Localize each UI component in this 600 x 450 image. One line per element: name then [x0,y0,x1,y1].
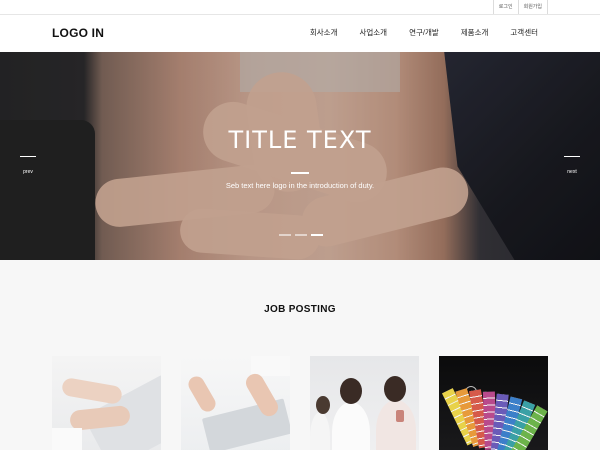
slider-pagination [279,234,327,236]
nav-item-company[interactable]: 회사소개 [310,28,338,38]
hand-shape [60,376,124,406]
swatch-fan [441,388,548,450]
coffee-cup-shape [396,410,404,422]
nav-item-research[interactable]: 연구/개발 [409,28,439,38]
main-nav: 회사소개 사업소개 연구/개발 제품소개 고객센터 [310,28,538,38]
person-head [384,376,406,402]
job-posting-section: JOB POSTING [0,260,600,450]
person-body [376,400,416,450]
person-body [310,412,330,450]
card-color-swatches[interactable] [439,356,548,450]
utility-bar: 로그인 회원가입 [0,0,600,15]
slider-dot[interactable] [295,234,307,236]
prev-label: prev [23,169,33,175]
hero-title: TITLE TEXT [228,126,372,154]
slider-prev-button[interactable]: prev [20,156,36,178]
nav-item-business[interactable]: 사업소개 [359,28,387,38]
card-list [52,356,548,450]
site-header: LOGO IN 회사소개 사업소개 연구/개발 제품소개 고객센터 [0,15,600,52]
section-title: JOB POSTING [264,304,336,315]
card-laptop-desk[interactable] [181,356,290,450]
slider-dot[interactable] [279,234,291,236]
card-typing-hands[interactable] [52,356,161,450]
person-head [340,378,362,404]
slider-next-button[interactable]: next [564,156,580,178]
next-label: next [567,169,577,175]
person-head [316,396,330,414]
nav-item-support[interactable]: 고객센터 [510,28,538,38]
nav-item-products[interactable]: 제품소개 [461,28,489,38]
hand-shape [185,373,219,415]
prev-arrow-icon [20,156,36,157]
hero-divider [291,172,309,174]
card-women-coffee[interactable] [310,356,419,450]
next-arrow-icon [564,156,580,157]
hero-overlay [0,52,600,260]
site-logo[interactable]: LOGO IN [52,26,104,40]
slider-dot[interactable] [311,234,323,236]
person-body [332,402,370,450]
join-link[interactable]: 회원가입 [517,0,548,14]
hero-subtitle: Seb text here logo in the introduction o… [225,181,375,190]
utility-links: 로그인 회원가입 [492,0,548,15]
sleeve-shape [52,428,82,450]
login-link[interactable]: 로그인 [492,0,518,14]
hero-slider: TITLE TEXT Seb text here logo in the int… [0,52,600,260]
